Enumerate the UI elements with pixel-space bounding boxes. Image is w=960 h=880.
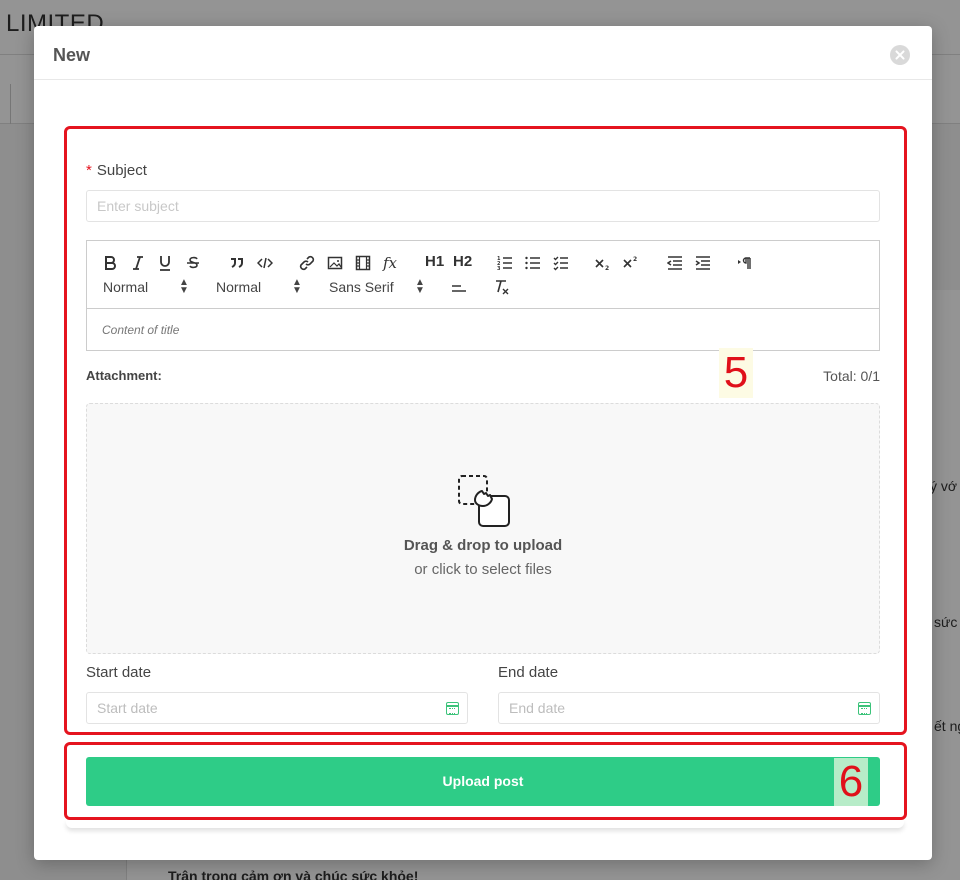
clear-format-icon[interactable] (493, 278, 511, 296)
font-picker[interactable]: Sans Serif (329, 279, 394, 295)
subject-label-text: Subject (96, 162, 147, 179)
end-date-placeholder: End date (509, 700, 566, 716)
dropzone-title: Drag & drop to upload (403, 537, 563, 554)
end-date-input[interactable]: End date (498, 692, 880, 724)
file-dropzone[interactable]: Drag & drop to upload or click to select… (86, 403, 880, 654)
header-picker[interactable]: Normal (216, 279, 261, 295)
outdent-icon[interactable] (667, 255, 683, 271)
annotation-number-5: 5 (719, 348, 753, 398)
size-picker[interactable]: Normal (103, 279, 148, 295)
code-block-icon[interactable] (257, 255, 273, 271)
bold-icon[interactable] (103, 255, 117, 271)
start-date-input[interactable]: Start date (86, 692, 468, 724)
subject-input[interactable] (86, 190, 880, 222)
close-icon[interactable] (890, 45, 910, 65)
annotation-number-6: 6 (834, 758, 868, 806)
superscript-icon[interactable]: 2 (623, 255, 639, 271)
svg-text:3: 3 (497, 266, 501, 271)
header-2-button[interactable]: H2 (453, 254, 472, 270)
align-icon[interactable] (451, 280, 467, 296)
ordered-list-icon[interactable]: 123 (497, 255, 513, 271)
modal-header: New (34, 26, 932, 80)
chevron-updown-icon: ▲ ▼ (415, 277, 425, 296)
underline-icon[interactable] (158, 255, 172, 271)
editor-content-area[interactable]: Content of title (87, 309, 879, 351)
image-icon[interactable] (327, 255, 343, 271)
editor-toolbar: 𝑓x H1 H2 123 2 2 Normal ▲ ▼ Normal ▲ ▼ San… (87, 241, 879, 309)
drag-drop-upload-icon (458, 475, 510, 527)
svg-text:2: 2 (633, 256, 637, 263)
start-date-label: Start date (86, 664, 152, 681)
italic-icon[interactable] (131, 255, 145, 271)
subject-label: * Subject (86, 162, 147, 179)
blockquote-icon[interactable] (229, 255, 245, 271)
text-direction-icon[interactable] (737, 255, 753, 271)
strike-icon[interactable] (186, 255, 200, 271)
required-mark: * (86, 162, 92, 179)
attachment-label: Attachment: (86, 368, 162, 383)
chevron-updown-icon: ▲ ▼ (292, 277, 302, 296)
video-icon[interactable] (355, 255, 371, 271)
modal-title: New (53, 45, 91, 65)
end-date-label: End date (498, 664, 559, 681)
formula-icon[interactable]: 𝑓x (383, 255, 397, 271)
bullet-list-icon[interactable] (525, 255, 541, 271)
header-1-button[interactable]: H1 (425, 254, 444, 270)
start-date-placeholder: Start date (97, 700, 158, 716)
svg-text:2: 2 (605, 265, 609, 271)
dropzone-subtitle: or click to select files (414, 561, 552, 578)
submit-section-shadow (66, 820, 904, 828)
check-list-icon[interactable] (553, 255, 569, 271)
link-icon[interactable] (299, 255, 315, 271)
calendar-icon[interactable] (858, 702, 871, 715)
attachment-total: Total: 0/1 (823, 368, 880, 384)
upload-post-button[interactable]: Upload post (86, 757, 880, 806)
subscript-icon[interactable]: 2 (595, 255, 611, 271)
indent-icon[interactable] (695, 255, 711, 271)
rich-text-editor: 𝑓x H1 H2 123 2 2 Normal ▲ ▼ Normal ▲ ▼ San… (86, 240, 880, 351)
new-post-modal: New *Subject 𝑓x H1 H2 123 2 2 (34, 26, 932, 860)
chevron-updown-icon: ▲ ▼ (179, 277, 189, 296)
calendar-icon[interactable] (446, 702, 459, 715)
